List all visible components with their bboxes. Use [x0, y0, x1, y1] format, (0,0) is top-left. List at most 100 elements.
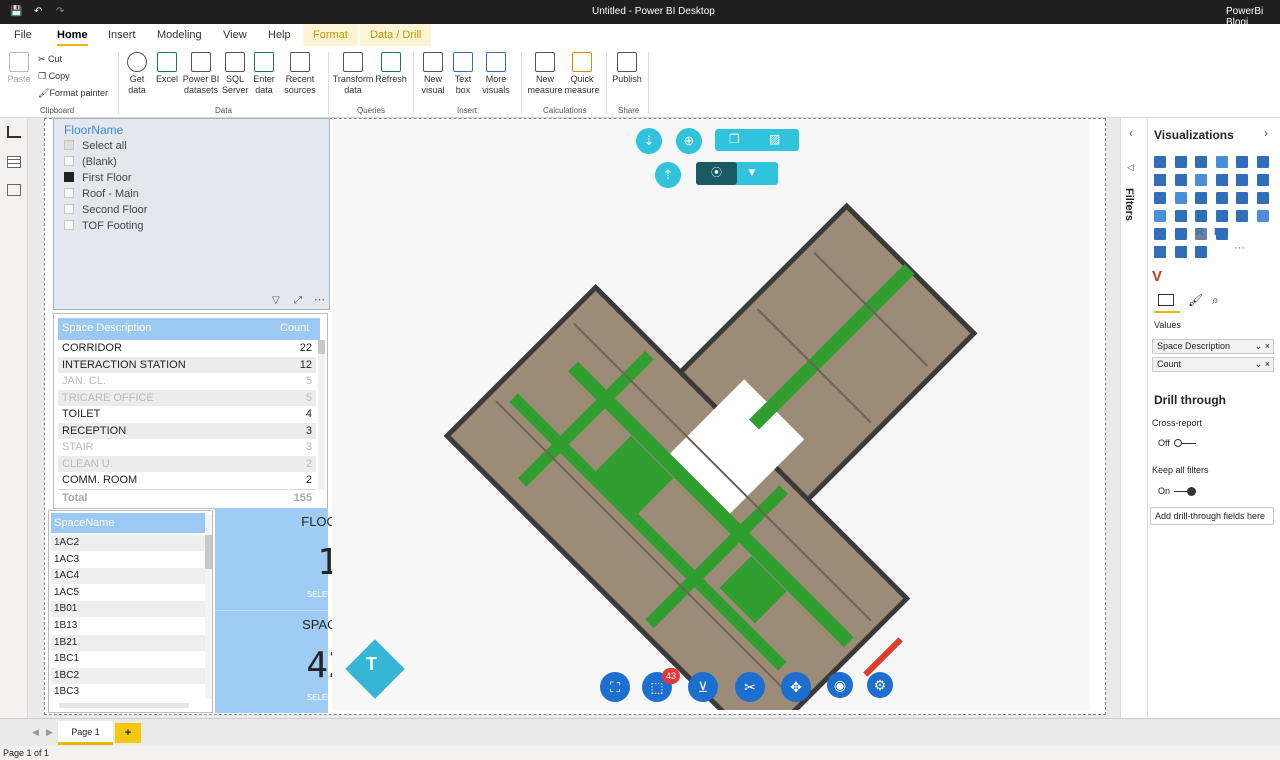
shape-map-icon[interactable] — [1195, 210, 1208, 222]
slicer-item-second-floor[interactable]: Second Floor — [64, 204, 147, 216]
smart-narrative-icon[interactable] — [1195, 246, 1208, 258]
sql-server-button[interactable]: SQL Server — [222, 52, 249, 96]
scroll-thumb[interactable] — [318, 340, 325, 354]
r-visual-icon[interactable]: R — [1196, 227, 1203, 238]
slicer-item-tof-footing[interactable]: TOF Footing — [64, 220, 144, 232]
checkbox[interactable] — [64, 172, 74, 182]
checkbox[interactable] — [64, 220, 74, 230]
100-bar-icon[interactable] — [1236, 156, 1249, 168]
analytics-tab-icon[interactable]: ⌕ — [1212, 293, 1219, 308]
publish-button[interactable]: Publish — [611, 52, 643, 85]
tab-data-drill[interactable]: Data / Drill — [360, 24, 432, 46]
orbit-icon[interactable]: ✥ — [781, 672, 811, 702]
model-view-icon[interactable] — [7, 184, 21, 196]
list-scrollbar[interactable] — [205, 515, 212, 699]
slicer-icon[interactable] — [1174, 228, 1187, 240]
more-options-icon[interactable]: ⋯ — [314, 293, 325, 306]
tab-file[interactable]: File — [14, 29, 32, 41]
list-item[interactable]: 1B13 — [51, 618, 205, 634]
new-visual-button[interactable]: New visual — [419, 52, 447, 96]
tab-modeling[interactable]: Modeling — [157, 29, 202, 41]
collapse-icon[interactable]: ⇣ — [636, 128, 662, 154]
stacked-column-icon[interactable] — [1174, 156, 1187, 168]
floor-plan-visual[interactable]: ⇣ ⊕ ❐ ▨ ⇡ ⦿ ▼ T ⛶ ⬚ 43 ⊻ ✂ ✥ ◉ ⚙ — [332, 120, 1090, 751]
multi-row-card-icon[interactable] — [1257, 210, 1269, 222]
table-row[interactable]: CLEAN U. 2 — [58, 455, 316, 472]
prev-page-icon[interactable]: ◀ — [32, 727, 39, 738]
area-icon[interactable] — [1174, 174, 1187, 186]
slicer-item-blank[interactable]: (Blank) — [64, 156, 117, 168]
slicer-item-first-floor[interactable]: First Floor — [64, 172, 132, 184]
get-data-button[interactable]: Get data — [122, 52, 152, 96]
pbi-datasets-button[interactable]: Power BI datasets — [182, 52, 220, 96]
tab-insert[interactable]: Insert — [108, 29, 136, 41]
tab-home[interactable]: Home — [57, 29, 88, 46]
horizontal-scrollbar[interactable] — [59, 703, 189, 708]
list-item[interactable]: 1BC3 — [51, 684, 205, 700]
camera-icon[interactable]: ◉ — [827, 672, 853, 698]
table-row[interactable]: STAIR 3 — [58, 439, 316, 455]
list-item[interactable]: 1AC2 — [51, 535, 205, 551]
table-row[interactable]: RECEPTION 3 — [58, 422, 316, 439]
table-row[interactable]: TOILET 4 — [58, 406, 316, 422]
tab-format[interactable]: Format — [303, 24, 358, 46]
line-column-icon[interactable] — [1215, 174, 1228, 186]
target-icon[interactable]: ⊕ — [676, 128, 702, 154]
paste-button[interactable]: Paste — [6, 52, 32, 85]
drill-through-drop-zone[interactable]: Add drill-through fields here — [1150, 507, 1274, 525]
enter-data-button[interactable]: Enter data — [251, 52, 277, 96]
page-tab-1[interactable]: Page 1 — [58, 721, 113, 745]
waterfall-icon[interactable] — [1154, 192, 1166, 204]
data-view-icon[interactable] — [7, 156, 21, 168]
checkbox[interactable] — [64, 156, 74, 166]
cut-icon[interactable]: ✂ — [735, 672, 765, 702]
field-well-space-description[interactable]: Space Description ⌄ × — [1152, 339, 1274, 354]
column-header-count[interactable]: Count — [280, 322, 309, 334]
next-page-icon[interactable]: ▶ — [46, 727, 53, 738]
table-scrollbar[interactable] — [318, 340, 325, 490]
more-visuals-icon[interactable]: ··· — [1234, 242, 1245, 254]
remove-icon[interactable]: ⌄ × — [1255, 340, 1270, 353]
text-box-button[interactable]: Text box — [450, 52, 476, 96]
quick-measure-button[interactable]: Quick measure — [564, 52, 600, 96]
more-visuals-button[interactable]: More visuals — [478, 52, 514, 96]
slicer-item-roof-main[interactable]: Roof - Main — [64, 188, 139, 200]
report-view-icon[interactable] — [7, 126, 21, 138]
100-column-icon[interactable] — [1257, 156, 1269, 168]
table-row[interactable]: COMM. ROOM 2 — [58, 472, 316, 488]
ribbon-icon[interactable] — [1257, 174, 1269, 186]
chevron-right-icon[interactable]: › — [1264, 126, 1268, 140]
treemap-icon[interactable] — [1257, 192, 1269, 204]
pie-icon[interactable] — [1215, 192, 1228, 204]
excel-button[interactable]: Excel — [155, 52, 179, 85]
clustered-column-icon[interactable] — [1215, 156, 1228, 168]
gauge-icon[interactable] — [1215, 210, 1228, 222]
new-measure-button[interactable]: New measure — [527, 52, 563, 96]
list-item[interactable]: 1B21 — [51, 634, 205, 651]
list-item[interactable]: 1B01 — [51, 601, 205, 618]
undo-icon[interactable]: ↶ — [34, 6, 42, 17]
list-item[interactable]: 1AC3 — [51, 552, 205, 568]
clear-filter-icon[interactable]: ⊻ — [688, 672, 718, 702]
filter-icon[interactable]: ▽ — [272, 295, 280, 306]
cut-button[interactable]: ✂ Cut — [38, 54, 62, 65]
line-clustered-icon[interactable] — [1236, 174, 1249, 186]
table-row[interactable]: JAN. CL. 5 — [58, 373, 316, 389]
list-item[interactable]: 1AC5 — [51, 585, 205, 601]
redo-icon[interactable]: ↷ — [56, 6, 64, 17]
fit-view-icon[interactable]: ⛶ — [600, 672, 630, 702]
remove-icon[interactable]: ⌄ × — [1255, 358, 1270, 371]
stacked-bar-icon[interactable] — [1154, 156, 1166, 168]
scatter-icon[interactable] — [1195, 192, 1208, 204]
table-row[interactable]: TRICARE OFFICE 5 — [58, 389, 316, 406]
list-item[interactable]: 1BC1 — [51, 651, 205, 667]
scroll-thumb[interactable] — [205, 535, 212, 569]
column-header-space-description[interactable]: Space Description — [62, 322, 151, 334]
keep-filters-toggle[interactable] — [1174, 487, 1196, 496]
hatch-icon[interactable]: ▨ — [769, 132, 780, 146]
filters-pane-collapsed[interactable]: ‹ ◁ Filters — [1120, 118, 1147, 718]
filled-map-icon[interactable] — [1174, 210, 1187, 222]
settings-icon[interactable]: ⚙ — [867, 672, 893, 698]
checkbox[interactable] — [64, 188, 74, 198]
save-icon[interactable]: 💾 — [10, 6, 22, 17]
